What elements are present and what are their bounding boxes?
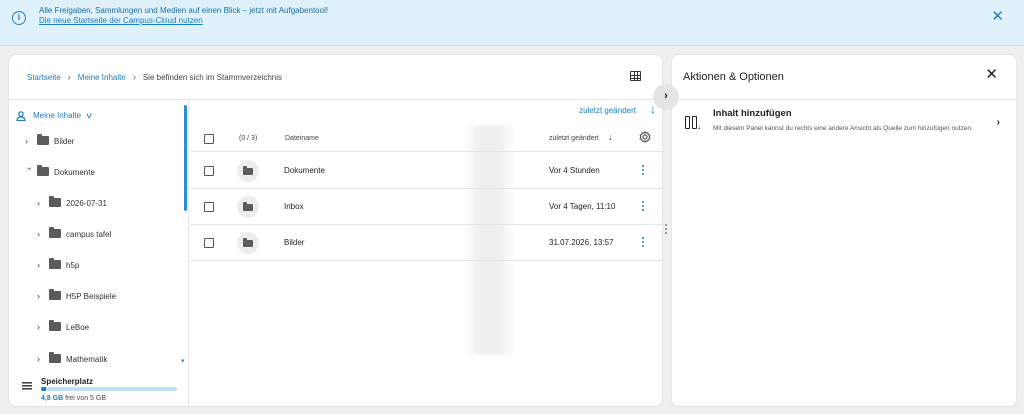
- resize-handle-icon[interactable]: [665, 224, 668, 236]
- breadcrumb: Startseite › Meine Inhalte › Sie befinden si…: [27, 71, 282, 83]
- file-modified: Vor 4 Tagen, 11:10: [549, 202, 616, 211]
- tree-item-dokumente[interactable]: › Dokumente: [25, 165, 95, 179]
- chevron-right-icon[interactable]: ›: [37, 196, 47, 210]
- folder-tree-sidebar: Meine Inhalte v › Bilder › Dokumente › 2026-…: [9, 100, 189, 406]
- folder-icon: [49, 258, 61, 269]
- file-list: zuletzt geändert ↓ (0 / 3) Dateiname zul…: [190, 100, 662, 406]
- folder-icon: [49, 352, 61, 363]
- breadcrumb-startseite[interactable]: Startseite: [27, 73, 61, 82]
- add-content-icon: ↓: [685, 116, 701, 131]
- chevron-right-icon[interactable]: ›: [37, 258, 47, 272]
- file-row[interactable]: Bilder 31.07.2026, 13:57: [190, 225, 662, 261]
- scroll-down-arrow-icon[interactable]: ▾: [181, 357, 185, 365]
- info-banner: i Alle Freigaben, Sammlungen und Medien …: [0, 0, 1024, 46]
- file-row[interactable]: Dokumente Vor 4 Stunden: [190, 153, 662, 189]
- tree-item-h5p[interactable]: › h5p: [37, 258, 79, 272]
- breadcrumb-separator: ›: [67, 72, 71, 82]
- folder-icon: [49, 196, 61, 207]
- tree-item-label: Dokumente: [54, 168, 95, 177]
- folder-icon: [49, 227, 61, 238]
- tree-item-h5p-beispiele[interactable]: › H5P Beispiele: [37, 289, 116, 303]
- row-menu-icon[interactable]: [642, 165, 645, 177]
- file-name[interactable]: Bilder: [284, 225, 304, 261]
- column-header-modified[interactable]: zuletzt geändert: [549, 135, 599, 142]
- chevron-right-icon[interactable]: ›: [37, 289, 47, 303]
- breadcrumb-current: Sie befinden sich im Stammverzeichnis: [142, 73, 282, 82]
- column-header-name[interactable]: Dateiname: [285, 135, 319, 142]
- select-all-checkbox[interactable]: [204, 134, 214, 144]
- storage-icon: [22, 382, 32, 390]
- storage-title: Speicherplatz: [41, 377, 94, 386]
- tree-item-campus-tafel[interactable]: › campus tafel: [37, 227, 111, 241]
- tree-item-label: Bilder: [54, 137, 75, 146]
- settings-gear-icon[interactable]: [639, 131, 651, 143]
- option-add-content[interactable]: Inhalt hinzufügen: [713, 108, 792, 119]
- grid-view-icon[interactable]: [630, 71, 641, 81]
- folder-icon: [49, 320, 61, 331]
- file-row[interactable]: Inbox Vor 4 Tagen, 11:10: [190, 189, 662, 225]
- panel-title: Aktionen & Optionen: [683, 71, 784, 83]
- folder-icon: [49, 289, 61, 300]
- collapse-panel-button[interactable]: ›: [653, 84, 679, 110]
- chevron-right-icon[interactable]: ›: [37, 227, 47, 241]
- folder-icon: [37, 165, 49, 176]
- storage-progress-fill: [41, 387, 47, 391]
- sidebar-scrollbar[interactable]: [184, 105, 187, 211]
- tree-item-2026-07-31[interactable]: › 2026-07-31: [37, 196, 107, 210]
- sort-dropdown[interactable]: zuletzt geändert: [579, 105, 636, 116]
- folder-icon: [237, 160, 259, 182]
- tree-root-meine-inhalte[interactable]: Meine Inhalte v: [16, 109, 92, 123]
- storage-used: 4,8 GB: [41, 395, 64, 402]
- folder-icon: [237, 196, 259, 218]
- divider: [672, 99, 1016, 100]
- tree-item-label: LeBoe: [66, 323, 90, 332]
- blurred-column: [464, 125, 514, 355]
- info-icon: i: [12, 11, 26, 25]
- chevron-right-icon[interactable]: ›: [997, 117, 1000, 128]
- tree-item-label: Mathematik: [66, 355, 108, 364]
- tree-item-leboe[interactable]: › LeBoe: [37, 320, 89, 334]
- option-description: Mit diesem Panel kannst du rechts eine a…: [713, 125, 973, 132]
- row-checkbox[interactable]: [204, 202, 214, 212]
- sort-arrow-icon[interactable]: ↓: [608, 132, 613, 142]
- row-menu-icon[interactable]: [642, 237, 645, 249]
- tree-item-bilder[interactable]: › Bilder: [25, 134, 74, 148]
- user-icon: [16, 111, 26, 121]
- banner-link[interactable]: Die neue Startseite der Campus-Cloud nut…: [39, 16, 203, 25]
- actions-panel: Aktionen & Optionen ✕ ↓ Inhalt hinzufüge…: [672, 55, 1016, 406]
- banner-close-icon[interactable]: ✕: [991, 9, 1004, 25]
- row-checkbox[interactable]: [204, 238, 214, 248]
- tree-item-mathematik[interactable]: › Mathematik: [37, 352, 107, 366]
- tree-item-label: h5p: [66, 261, 80, 270]
- banner-message: Alle Freigaben, Sammlungen und Medien au…: [39, 6, 329, 15]
- file-manager-panel: Startseite › Meine Inhalte › Sie befinden si…: [9, 55, 662, 406]
- storage-rest: frei von 5 GB: [65, 395, 106, 402]
- chevron-right-icon[interactable]: ›: [37, 352, 47, 366]
- file-name[interactable]: Inbox: [284, 189, 304, 225]
- storage-text: 4,8 GB frei von 5 GB: [41, 395, 106, 402]
- file-list-header: (0 / 3) Dateiname zuletzt geändert ↓: [190, 122, 662, 152]
- row-menu-icon[interactable]: [642, 201, 645, 213]
- close-icon[interactable]: ✕: [985, 67, 998, 83]
- chevron-right-icon[interactable]: ›: [25, 134, 35, 148]
- file-modified: Vor 4 Stunden: [549, 166, 600, 175]
- tree-item-label: H5P Beispiele: [66, 292, 117, 301]
- chevron-down-icon[interactable]: ›: [23, 167, 37, 177]
- chevron-right-icon[interactable]: ›: [37, 320, 47, 334]
- selection-count: (0 / 3): [239, 135, 258, 142]
- folder-icon: [237, 232, 259, 254]
- chevron-down-icon: v: [86, 111, 92, 120]
- folder-icon: [37, 134, 49, 145]
- row-checkbox[interactable]: [204, 166, 214, 176]
- breadcrumb-meine-inhalte[interactable]: Meine Inhalte: [78, 73, 126, 82]
- tree-root-label: Meine Inhalte: [33, 111, 82, 120]
- file-name[interactable]: Dokumente: [284, 153, 325, 189]
- tree-item-label: campus tafel: [66, 230, 112, 239]
- breadcrumb-separator: ›: [132, 72, 136, 82]
- file-modified: 31.07.2026, 13:57: [549, 238, 614, 247]
- storage-progress-bar: [41, 387, 177, 391]
- tree-item-label: 2026-07-31: [66, 199, 107, 208]
